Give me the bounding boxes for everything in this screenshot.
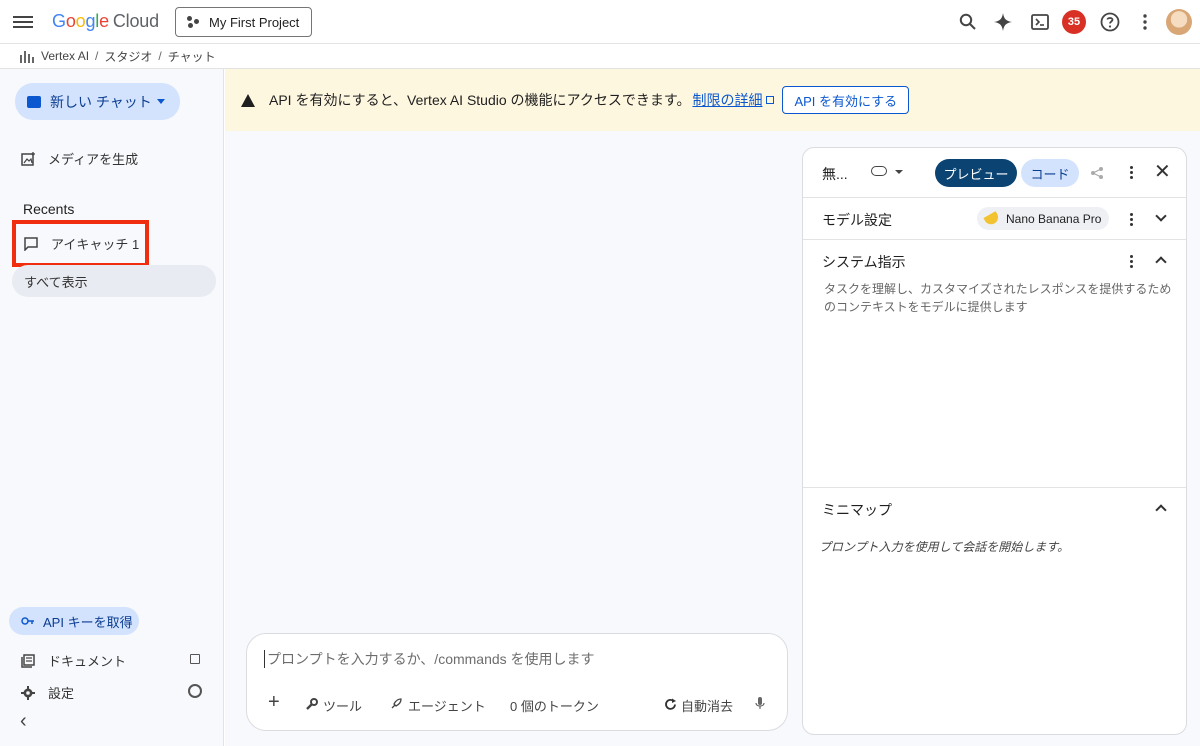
recents-heading: Recents	[23, 201, 75, 217]
chevron-down-icon[interactable]	[157, 99, 165, 104]
generate-media-label: メディアを生成	[48, 152, 139, 167]
minimap-title: ミニマップ	[822, 502, 892, 518]
preview-button[interactable]: プレビュー	[935, 159, 1017, 187]
account-avatar[interactable]	[1166, 9, 1192, 35]
google-cloud-logo[interactable]: Google Cloud	[52, 11, 159, 32]
auto-clear-button[interactable]: 自動消去	[664, 696, 733, 715]
model-name: Nano Banana Pro	[1006, 211, 1102, 226]
warning-icon	[241, 93, 255, 107]
new-chat-button[interactable]: 新しい チャット	[15, 83, 180, 120]
model-chip[interactable]: Nano Banana Pro	[977, 207, 1110, 230]
settings-label: 設定	[48, 686, 75, 701]
prompt-box: + ツール エージェント 0 個のトークン 自動消去	[246, 633, 788, 731]
generate-media-item[interactable]: メディアを生成	[21, 149, 138, 168]
close-icon[interactable]: ✕	[1154, 160, 1171, 184]
limits-details-link[interactable]: 制限の詳細	[692, 90, 762, 110]
cloud-shell-icon[interactable]	[1029, 11, 1051, 33]
top-bar: Google Cloud My First Project 35	[0, 0, 1200, 44]
breadcrumb-separator: /	[95, 49, 99, 63]
api-warning-banner: API を有効にすると、Vertex AI Studio の機能にアクセスできま…	[225, 69, 1200, 131]
key-icon	[21, 614, 35, 628]
code-button[interactable]: コード	[1021, 159, 1079, 187]
breadcrumb-separator: /	[158, 49, 162, 63]
more-vert-icon[interactable]	[1134, 11, 1156, 33]
project-name: My First Project	[209, 14, 300, 30]
settings-panel: 無... プレビュー コード ✕ モデル設定 Nano Banana Pro シ…	[802, 147, 1187, 735]
notification-badge[interactable]: 35	[1062, 10, 1086, 34]
help-icon[interactable]	[1099, 11, 1121, 33]
chevron-down-icon[interactable]	[895, 170, 903, 174]
get-api-key-label: API キーを取得	[43, 614, 133, 630]
theme-toggle-icon[interactable]	[188, 684, 202, 698]
model-settings-title: モデル設定	[822, 212, 892, 228]
system-instructions-input[interactable]: タスクを理解し、カスタマイズされたレスポンスを提供するためのコンテキストをモデル…	[824, 280, 1172, 316]
show-all-button[interactable]: すべて表示	[12, 265, 216, 297]
minimap-section: ミニマップ	[803, 488, 1186, 736]
gemini-sparkle-icon[interactable]	[992, 11, 1014, 33]
logo-google: Google	[52, 11, 109, 31]
recent-chat-label: アイキャッチ 1	[51, 237, 140, 252]
chevron-up-icon[interactable]	[1155, 504, 1167, 516]
documentation-label: ドキュメント	[48, 654, 127, 669]
breadcrumb-studio[interactable]: スタジオ	[104, 48, 152, 65]
sidebar: 新しい チャット メディアを生成 Recents アイキャッチ 1 すべて表示 …	[0, 69, 224, 746]
open-in-new-icon[interactable]	[190, 654, 200, 664]
project-selector-button[interactable]: My First Project	[175, 7, 312, 37]
system-instructions-section: システム指示	[803, 240, 1186, 488]
token-count: 0 個のトークン	[510, 699, 599, 714]
share-icon[interactable]	[1090, 166, 1104, 183]
vertex-ai-icon	[20, 49, 34, 63]
agent-label: エージェント	[408, 699, 486, 714]
refresh-icon	[664, 698, 677, 714]
breadcrumb-vertex-ai[interactable]: Vertex AI	[41, 49, 89, 63]
system-instructions-title: システム指示	[822, 254, 906, 270]
rocket-icon	[390, 698, 402, 713]
open-in-new-icon	[766, 96, 775, 104]
add-photo-icon	[21, 151, 35, 166]
panel-header: 無... プレビュー コード ✕	[803, 148, 1186, 198]
more-vert-icon[interactable]	[1130, 213, 1134, 227]
chevron-up-icon[interactable]	[1155, 256, 1167, 268]
recent-chat-item[interactable]: アイキャッチ 1	[12, 220, 149, 267]
project-icon	[187, 16, 201, 28]
settings-item[interactable]: 設定	[21, 683, 74, 702]
more-vert-icon[interactable]	[1130, 255, 1134, 269]
tools-button[interactable]: ツール	[305, 696, 362, 715]
breadcrumb: Vertex AI / スタジオ / チャット	[0, 44, 1200, 69]
banana-icon	[983, 210, 1001, 227]
get-api-key-button[interactable]: API キーを取得	[9, 607, 139, 635]
documentation-item[interactable]: ドキュメント	[21, 651, 126, 670]
agent-button[interactable]: エージェント	[390, 696, 486, 715]
new-chat-label: 新しい チャット	[50, 93, 152, 110]
minimap-empty-text: プロンプト入力を使用して会話を開始します。	[819, 540, 1070, 554]
chevron-down-icon[interactable]	[1155, 210, 1167, 222]
logo-cloud: Cloud	[112, 11, 159, 31]
breadcrumb-chat[interactable]: チャット	[168, 48, 216, 65]
prompt-input[interactable]	[264, 650, 764, 668]
banner-message: API を有効にすると、Vertex AI Studio の機能にアクセスできま…	[269, 92, 691, 108]
more-vert-icon[interactable]	[1130, 166, 1134, 180]
chat-bubble-icon	[24, 236, 38, 252]
tools-label: ツール	[323, 699, 363, 714]
cloud-save-icon[interactable]	[871, 166, 887, 176]
add-attachment-icon[interactable]: +	[268, 692, 280, 712]
microphone-icon[interactable]	[755, 696, 765, 710]
chat-icon	[27, 95, 41, 108]
gear-icon	[21, 685, 35, 700]
collapse-sidebar-icon[interactable]: ‹	[20, 711, 27, 731]
search-icon[interactable]	[957, 11, 979, 33]
model-settings-section: モデル設定 Nano Banana Pro	[803, 198, 1186, 240]
wrench-icon	[305, 697, 318, 714]
prompt-title[interactable]: 無...	[822, 164, 848, 184]
menu-icon[interactable]	[13, 13, 33, 31]
enable-api-button[interactable]: API を有効にする	[782, 86, 910, 114]
library-books-icon	[21, 653, 35, 668]
auto-clear-label: 自動消去	[681, 699, 734, 714]
